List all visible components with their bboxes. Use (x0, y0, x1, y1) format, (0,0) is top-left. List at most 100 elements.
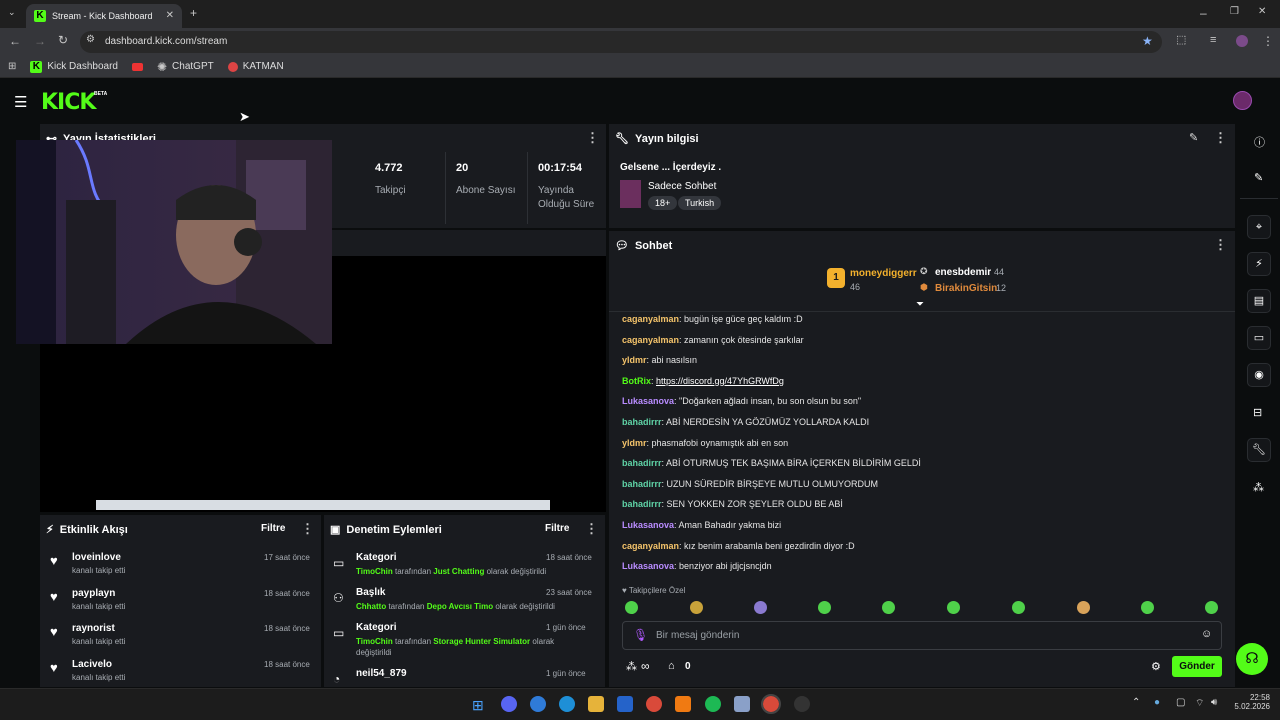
chat-settings-gear-icon[interactable]: ⚙ (1151, 660, 1161, 673)
chrome-active-icon[interactable] (761, 694, 781, 714)
wifi-icon[interactable]: ⌔ (1195, 697, 1204, 710)
chat-menu-icon[interactable]: ⋮ (1214, 237, 1227, 253)
store-taskbar-icon[interactable] (617, 696, 633, 712)
leaderboard-user[interactable]: moneydiggerr (850, 268, 917, 279)
edit-pencil-icon[interactable]: ✎ (1189, 131, 1198, 144)
chat-username[interactable]: BotRix (622, 376, 651, 386)
wrench-sidebar-icon[interactable]: 🔧︎ (1247, 438, 1271, 462)
volume-icon[interactable]: 🔊︎ (1211, 697, 1217, 708)
bookmark-star-icon[interactable]: ★ (1142, 34, 1153, 48)
tray-chevron-icon[interactable]: ⌃ (1132, 697, 1140, 708)
collapse-leaderboard-icon[interactable]: ⏷ (916, 299, 924, 310)
browser-tab[interactable]: K Stream - Kick Dashboard ✕ (26, 4, 182, 28)
windows-start-icon[interactable]: ⊞ (472, 697, 484, 714)
kick-logo[interactable]: KICK (41, 90, 96, 115)
chat-icon[interactable]: ▭ (1247, 326, 1271, 350)
emote-icon[interactable] (947, 601, 960, 614)
chat-username[interactable]: caganyalman (622, 314, 679, 324)
broadcast-icon[interactable]: ◉ (1247, 363, 1271, 387)
hamburger-menu-icon[interactable]: ☰ (14, 93, 27, 111)
category-name[interactable]: Sadece Sohbet (648, 181, 716, 192)
emote-icon[interactable] (625, 601, 638, 614)
bookmark-chatgpt[interactable]: ✺ ChatGPT (157, 61, 214, 73)
moderation-filter-button[interactable]: Filtre (545, 523, 569, 534)
emote-icon[interactable] (818, 601, 831, 614)
emote-icon[interactable] (1077, 601, 1090, 614)
moderation-actor[interactable]: Chhatto (356, 602, 386, 611)
emote-icon[interactable] (1012, 601, 1025, 614)
media-icon[interactable]: ≡ (1210, 35, 1216, 46)
obs-icon[interactable] (794, 696, 810, 712)
apps-grid-icon[interactable]: ⊞ (8, 61, 16, 72)
moderation-actor[interactable]: TimoChin (356, 567, 393, 576)
tag-turkish[interactable]: Turkish (678, 196, 722, 210)
chat-link[interactable]: https://discord.gg/47YhGRWfDg (656, 376, 784, 386)
chat-username[interactable]: bahadirrr (622, 458, 662, 468)
moderation-menu-icon[interactable]: ⋮ (585, 521, 598, 537)
moderation-actor[interactable]: TimoChin (356, 637, 393, 646)
spotify-icon[interactable] (705, 696, 721, 712)
tag-18plus[interactable]: 18+ (648, 196, 678, 210)
chat-username[interactable]: yldmr (622, 438, 647, 448)
chat-username[interactable]: bahadirrr (622, 479, 662, 489)
activity-item[interactable]: raynorist kanalı takip etti (72, 623, 125, 646)
tray-icon[interactable]: ▢ (1176, 697, 1185, 708)
stats-menu-icon[interactable]: ⋮ (586, 130, 599, 146)
leaderboard-user[interactable]: enesbdemir (935, 267, 991, 278)
activity-item[interactable]: Lacivelo kanalı takip etti (72, 659, 125, 682)
chat-username[interactable]: Lukasanova (622, 396, 674, 406)
activity-item[interactable]: loveinlove kanalı takip etti (72, 552, 125, 575)
pencil-icon[interactable]: ✎ (1254, 171, 1263, 184)
microphone-icon[interactable]: 🎙︎ (633, 628, 648, 642)
activity-filter-button[interactable]: Filtre (261, 523, 285, 534)
emote-icon[interactable] (754, 601, 767, 614)
user-avatar[interactable] (1233, 91, 1252, 110)
discord-icon[interactable] (501, 696, 517, 712)
lightning-icon[interactable]: ⚡︎ (1247, 252, 1271, 276)
new-tab-icon[interactable]: + (190, 7, 197, 19)
bookmark-youtube[interactable] (131, 62, 143, 71)
chat-input[interactable]: 🎙︎ Bir mesaj gönderin ☺ (622, 621, 1222, 650)
extensions-icon[interactable]: ⬚ (1176, 35, 1186, 46)
chat-username[interactable]: caganyalman (622, 335, 679, 345)
chat-username[interactable]: bahadirrr (622, 499, 662, 509)
connections-icon[interactable]: ⁂ (1253, 481, 1264, 494)
file-explorer-icon[interactable] (588, 696, 604, 712)
close-tab-icon[interactable]: ✕ (166, 11, 174, 21)
minimize-icon[interactable]: – (1200, 7, 1207, 19)
chrome-icon[interactable] (646, 696, 662, 712)
chat-username[interactable]: bahadirrr (622, 417, 662, 427)
scan-icon[interactable]: ⌖ (1247, 215, 1271, 239)
browser-menu-icon[interactable]: ⋮ (1262, 35, 1274, 47)
vlc-icon[interactable] (675, 696, 691, 712)
emote-icon[interactable] (1205, 601, 1218, 614)
store-icon[interactable]: ⌂ (668, 660, 675, 672)
back-icon[interactable]: ← (9, 35, 21, 47)
chat-username[interactable]: caganyalman (622, 541, 679, 551)
tab-search-icon[interactable]: ⌄ (8, 8, 16, 17)
leaderboard-user[interactable]: BirakinGitsin (935, 283, 997, 294)
site-info-icon[interactable]: ⚙ (86, 35, 95, 45)
emote-icon[interactable] (690, 601, 703, 614)
app-icon[interactable] (530, 696, 546, 712)
info-icon[interactable]: ⓘ (1254, 134, 1265, 150)
emote-icon[interactable] (1141, 601, 1154, 614)
emote-icon[interactable] (882, 601, 895, 614)
network-app-icon[interactable] (734, 696, 750, 712)
close-window-icon[interactable]: ✕ (1258, 7, 1266, 17)
maximize-icon[interactable]: ❐ (1230, 7, 1239, 17)
send-button[interactable]: Gönder (1172, 656, 1222, 677)
activity-menu-icon[interactable]: ⋮ (301, 521, 314, 537)
bookmark-kick[interactable]: K Kick Dashboard (30, 60, 118, 73)
emoji-icon[interactable]: ☺ (1201, 628, 1212, 640)
layout-icon[interactable]: ⊟ (1253, 406, 1262, 419)
activity-item[interactable]: payplayn kanalı takip etti (72, 588, 125, 611)
reload-icon[interactable]: ↻ (58, 34, 68, 46)
chat-username[interactable]: Lukasanova (622, 561, 674, 571)
chat-username[interactable]: Lukasanova (622, 520, 674, 530)
chat-username[interactable]: yldmr (622, 355, 647, 365)
document-icon[interactable]: ▤ (1247, 289, 1271, 313)
edge-icon[interactable] (559, 696, 575, 712)
address-bar[interactable]: ⚙ dashboard.kick.com/stream ★ (80, 31, 1162, 53)
stream-info-menu-icon[interactable]: ⋮ (1214, 130, 1227, 146)
